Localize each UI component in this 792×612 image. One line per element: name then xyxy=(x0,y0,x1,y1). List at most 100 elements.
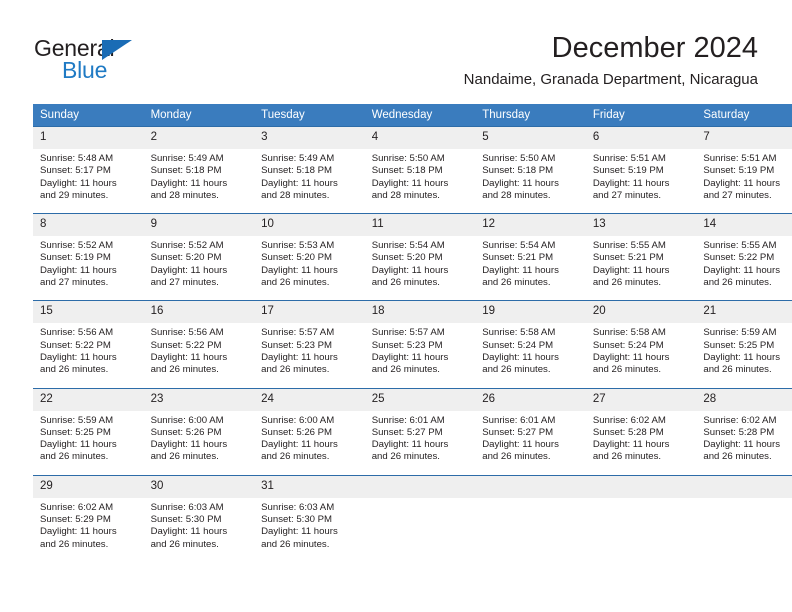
day-cell[interactable]: 31 Sunrise: 6:03 AM Sunset: 5:30 PM Dayligh… xyxy=(254,474,365,562)
day-cell[interactable]: 12 Sunrise: 5:54 AM Sunset: 5:21 PM Dayligh… xyxy=(475,213,586,301)
sunset-text: Sunset: 5:20 PM xyxy=(371,252,443,264)
sunset-text: Sunset: 5:23 PM xyxy=(261,339,333,351)
day-number: 17 xyxy=(254,301,365,324)
day-details xyxy=(586,498,697,550)
day-cell[interactable]: 14 Sunrise: 5:55 AM Sunset: 5:22 PM Dayligh… xyxy=(696,213,792,301)
day-cell[interactable]: 24 Sunrise: 6:00 AM Sunset: 5:26 PM Dayligh… xyxy=(254,387,365,476)
day-details: Sunrise: 5:53 AM Sunset: 5:20 PM Daylight:… xyxy=(254,236,365,300)
day-cell[interactable]: 4 Sunrise: 5:50 AM Sunset: 5:18 PM Daylight… xyxy=(364,125,476,214)
sunset-text: Sunset: 5:18 PM xyxy=(150,165,222,177)
day-cell[interactable]: 17 Sunrise: 5:57 AM Sunset: 5:23 PM Dayligh… xyxy=(254,300,365,389)
day-number: 1 xyxy=(33,127,144,149)
daylight-text-line2: and 26 minutes. xyxy=(371,277,440,289)
day-cell-empty xyxy=(475,474,586,562)
title-block: December 2024 Nandaime, Granada Departme… xyxy=(238,30,758,91)
day-number: 16 xyxy=(143,301,255,324)
daylight-text-line2: and 26 minutes. xyxy=(40,364,109,376)
day-cell[interactable]: 3 Sunrise: 5:49 AM Sunset: 5:18 PM Daylight… xyxy=(254,125,365,214)
sunset-text: Sunset: 5:18 PM xyxy=(261,165,333,177)
day-details: Sunrise: 5:52 AM Sunset: 5:20 PM Daylight:… xyxy=(144,236,255,300)
sunset-text: Sunset: 5:30 PM xyxy=(150,514,222,526)
day-cell[interactable]: 19 Sunrise: 5:58 AM Sunset: 5:24 PM Dayligh… xyxy=(475,300,586,389)
day-details: Sunrise: 6:00 AM Sunset: 5:26 PM Daylight:… xyxy=(254,411,365,475)
daylight-text-line1: Daylight: 11 hours xyxy=(40,264,117,276)
sunset-text: Sunset: 5:27 PM xyxy=(371,426,443,438)
daylight-text-line1: Daylight: 11 hours xyxy=(703,177,780,189)
weekday-header-tuesday: Tuesday xyxy=(254,104,365,127)
day-cell[interactable]: 6 Sunrise: 5:51 AM Sunset: 5:19 PM Daylight… xyxy=(585,125,697,214)
day-cell[interactable]: 27 Sunrise: 6:02 AM Sunset: 5:28 PM Dayligh… xyxy=(585,387,697,476)
daylight-text-line1: Daylight: 11 hours xyxy=(703,439,780,451)
day-cell[interactable]: 22 Sunrise: 5:59 AM Sunset: 5:25 PM Dayligh… xyxy=(33,387,144,476)
day-details: Sunrise: 5:57 AM Sunset: 5:23 PM Daylight:… xyxy=(365,323,476,387)
day-details: Sunrise: 5:52 AM Sunset: 5:19 PM Daylight:… xyxy=(33,236,144,300)
daylight-text-line2: and 26 minutes. xyxy=(703,364,772,376)
day-cell[interactable]: 15 Sunrise: 5:56 AM Sunset: 5:22 PM Dayligh… xyxy=(33,300,144,389)
day-number: 15 xyxy=(33,301,144,324)
sunset-text: Sunset: 5:18 PM xyxy=(371,165,443,177)
day-cell[interactable]: 5 Sunrise: 5:50 AM Sunset: 5:18 PM Daylight… xyxy=(475,125,586,214)
day-details: Sunrise: 5:59 AM Sunset: 5:25 PM Daylight:… xyxy=(33,411,144,475)
day-cell[interactable]: 30 Sunrise: 6:03 AM Sunset: 5:30 PM Dayligh… xyxy=(143,474,255,562)
day-number xyxy=(364,475,476,498)
day-cell[interactable]: 23 Sunrise: 6:00 AM Sunset: 5:26 PM Dayligh… xyxy=(143,387,255,476)
day-details: Sunrise: 6:00 AM Sunset: 5:26 PM Daylight:… xyxy=(144,411,255,475)
sunset-text: Sunset: 5:22 PM xyxy=(40,339,111,351)
day-cell[interactable]: 2 Sunrise: 5:49 AM Sunset: 5:18 PM Daylight… xyxy=(143,125,255,214)
general-blue-logo[interactable]: General Blue xyxy=(34,36,234,88)
daylight-text-line2: and 26 minutes. xyxy=(371,451,440,463)
day-cell[interactable]: 25 Sunrise: 6:01 AM Sunset: 5:27 PM Dayligh… xyxy=(364,387,476,476)
day-cell[interactable]: 16 Sunrise: 5:56 AM Sunset: 5:22 PM Dayligh… xyxy=(143,300,255,389)
day-cell[interactable]: 29 Sunrise: 6:02 AM Sunset: 5:29 PM Dayligh… xyxy=(33,474,144,562)
daylight-text-line2: and 26 minutes. xyxy=(703,451,772,463)
day-cell[interactable]: 18 Sunrise: 5:57 AM Sunset: 5:23 PM Dayligh… xyxy=(364,300,476,389)
day-number xyxy=(585,475,697,498)
day-cell[interactable]: 7 Sunrise: 5:51 AM Sunset: 5:19 PM Daylight… xyxy=(696,125,792,214)
day-number: 3 xyxy=(254,127,365,149)
daylight-text-line2: and 26 minutes. xyxy=(371,364,440,376)
day-cell[interactable]: 10 Sunrise: 5:53 AM Sunset: 5:20 PM Dayligh… xyxy=(254,213,365,301)
weekday-header-saturday: Saturday xyxy=(696,104,792,127)
sunset-text: Sunset: 5:26 PM xyxy=(150,426,222,438)
daylight-text-line2: and 26 minutes. xyxy=(40,538,109,550)
sunrise-text: Sunrise: 5:50 AM xyxy=(371,153,445,164)
day-number: 26 xyxy=(475,388,586,411)
day-cell[interactable]: 21 Sunrise: 5:59 AM Sunset: 5:25 PM Dayligh… xyxy=(696,300,792,389)
day-cell[interactable]: 28 Sunrise: 6:02 AM Sunset: 5:28 PM Dayligh… xyxy=(696,387,792,476)
calendar-body: 1 Sunrise: 5:48 AM Sunset: 5:17 PM Daylight… xyxy=(33,125,792,562)
day-cell[interactable]: 26 Sunrise: 6:01 AM Sunset: 5:27 PM Dayligh… xyxy=(475,387,586,476)
page-header: General Blue December 2024 Nandaime, Gra… xyxy=(0,0,792,100)
day-details: Sunrise: 5:48 AM Sunset: 5:17 PM Daylight:… xyxy=(33,149,144,213)
sunrise-text: Sunrise: 5:56 AM xyxy=(150,327,224,339)
sunset-text: Sunset: 5:28 PM xyxy=(592,426,664,438)
day-cell[interactable]: 9 Sunrise: 5:52 AM Sunset: 5:20 PM Daylight… xyxy=(143,213,255,301)
day-cell[interactable]: 11 Sunrise: 5:54 AM Sunset: 5:20 PM Dayligh… xyxy=(364,213,476,301)
day-number: 29 xyxy=(33,475,144,498)
daylight-text-line1: Daylight: 11 hours xyxy=(261,526,338,538)
sunrise-text: Sunrise: 5:59 AM xyxy=(703,327,777,339)
week-row: 22 Sunrise: 5:59 AM Sunset: 5:25 PM Dayligh… xyxy=(33,387,792,476)
sunrise-text: Sunrise: 5:49 AM xyxy=(150,153,224,164)
weekday-header-thursday: Thursday xyxy=(475,104,586,127)
daylight-text-line1: Daylight: 11 hours xyxy=(40,351,117,363)
day-details: Sunrise: 6:02 AM Sunset: 5:28 PM Daylight:… xyxy=(586,411,697,475)
week-row: 8 Sunrise: 5:52 AM Sunset: 5:19 PM Daylight… xyxy=(33,213,792,301)
day-number: 20 xyxy=(585,301,697,324)
sunrise-text: Sunrise: 5:54 AM xyxy=(371,240,445,252)
sunrise-text: Sunrise: 5:59 AM xyxy=(40,414,114,426)
sunset-text: Sunset: 5:19 PM xyxy=(703,165,775,177)
sunset-text: Sunset: 5:24 PM xyxy=(482,339,554,351)
daylight-text-line1: Daylight: 11 hours xyxy=(40,177,117,189)
sunrise-text: Sunrise: 5:48 AM xyxy=(40,153,114,164)
day-cell[interactable]: 20 Sunrise: 5:58 AM Sunset: 5:24 PM Dayligh… xyxy=(585,300,697,389)
day-cell[interactable]: 13 Sunrise: 5:55 AM Sunset: 5:21 PM Dayligh… xyxy=(585,213,697,301)
day-cell[interactable]: 8 Sunrise: 5:52 AM Sunset: 5:19 PM Daylight… xyxy=(33,213,144,301)
daylight-text-line1: Daylight: 11 hours xyxy=(371,439,449,451)
sunset-text: Sunset: 5:26 PM xyxy=(261,426,333,438)
day-cell[interactable]: 1 Sunrise: 5:48 AM Sunset: 5:17 PM Daylight… xyxy=(33,125,144,214)
sunset-text: Sunset: 5:22 PM xyxy=(150,339,222,351)
daylight-text-line1: Daylight: 11 hours xyxy=(592,177,670,189)
page-title: December 2024 xyxy=(551,32,758,64)
day-details: Sunrise: 5:54 AM Sunset: 5:21 PM Daylight:… xyxy=(475,236,586,300)
day-details: Sunrise: 5:49 AM Sunset: 5:18 PM Daylight:… xyxy=(254,149,365,213)
